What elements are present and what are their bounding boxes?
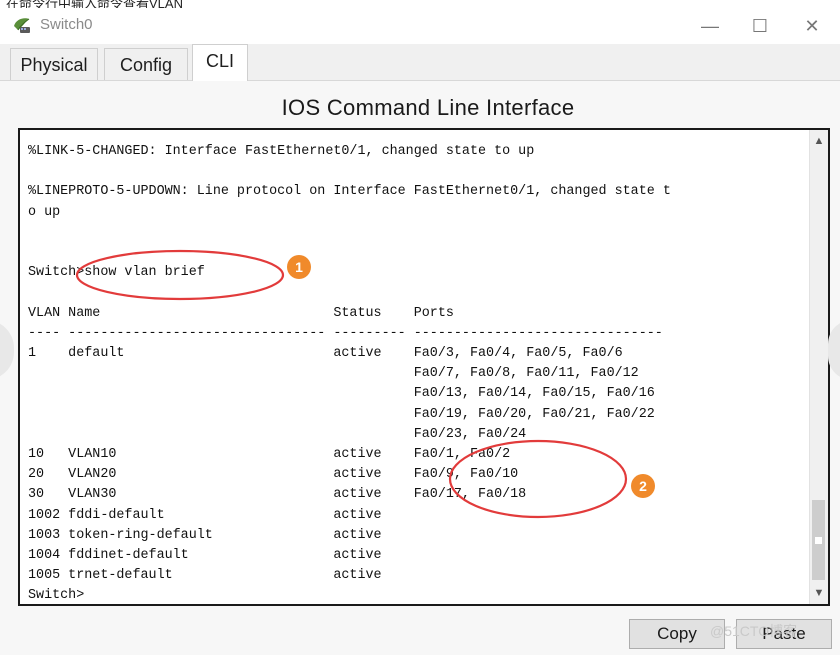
cli-heading: IOS Command Line Interface [281, 95, 575, 120]
terminal-output[interactable]: %LINK-5-CHANGED: Interface FastEthernet0… [28, 142, 798, 604]
window-title: Switch0 [40, 16, 93, 33]
tab-bar: Physical Config CLI [0, 44, 840, 81]
terminal-scrollbar[interactable]: ▲ ▼ [809, 130, 828, 604]
tab-physical[interactable]: Physical [10, 48, 98, 80]
annotation-badge-2: 2 [631, 474, 655, 498]
cli-panel: IOS Command Line Interface %LINK-5-CHANG… [0, 81, 840, 655]
top-clipped-text: 在命令行中输入命令查看VLAN [6, 0, 183, 8]
annotation-ring-1 [75, 249, 285, 301]
annotation-badge-1: 1 [287, 255, 311, 279]
chevron-down-icon[interactable]: ▼ [810, 584, 828, 602]
scroll-thumb[interactable] [812, 500, 825, 580]
minimize-button[interactable]: — [690, 12, 730, 40]
switch-icon [12, 16, 32, 34]
close-button[interactable]: ✕ [792, 12, 832, 40]
window-titlebar: Switch0 — ☐ ✕ [0, 8, 840, 42]
paste-button[interactable]: Paste [736, 619, 832, 649]
cli-terminal[interactable]: %LINK-5-CHANGED: Interface FastEthernet0… [18, 128, 830, 606]
thumb-grip [815, 537, 822, 544]
tab-cli[interactable]: CLI [192, 44, 248, 81]
copy-button[interactable]: Copy [629, 619, 725, 649]
chevron-up-icon[interactable]: ▲ [810, 132, 828, 150]
maximize-button[interactable]: ☐ [740, 12, 780, 40]
tab-config[interactable]: Config [104, 48, 188, 80]
annotation-ring-2 [448, 439, 628, 519]
